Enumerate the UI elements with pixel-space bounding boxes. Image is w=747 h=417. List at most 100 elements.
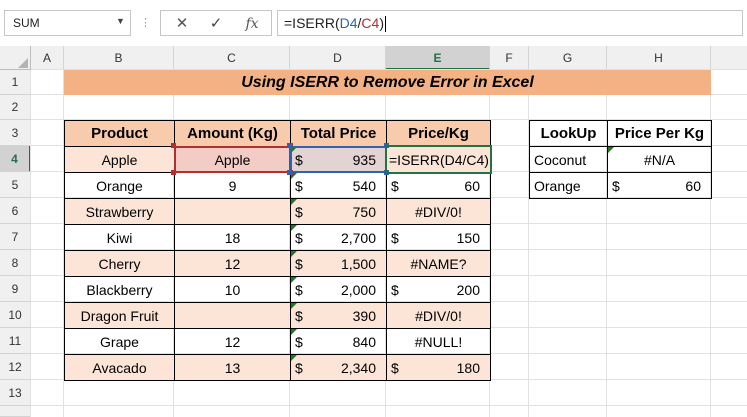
more-options-icon[interactable]: ⋮ [140, 14, 151, 32]
lookup-value[interactable]: #N/A [607, 146, 712, 173]
amount-value: Apple [214, 151, 251, 168]
column-header-f[interactable]: F [490, 46, 529, 70]
table-header-product[interactable]: Product [64, 120, 175, 147]
cell-product[interactable]: Blackberry [64, 276, 175, 303]
row-header-5[interactable]: 5 [0, 172, 31, 198]
header-label: Total Price [300, 125, 377, 142]
cell-amount[interactable]: 10 [174, 276, 291, 303]
cell-price-per-kg[interactable]: $200 [386, 276, 491, 303]
row-header-9[interactable]: 9 [0, 276, 31, 302]
error-indicator-icon [291, 225, 297, 231]
cell-amount[interactable]: 13 [174, 354, 291, 381]
lookup-header[interactable]: LookUp [529, 120, 608, 147]
row-header-3[interactable]: 3 [0, 120, 31, 146]
lookup-value[interactable]: $60 [607, 172, 712, 199]
cell-amount[interactable]: 18 [174, 224, 291, 251]
row-header-10[interactable]: 10 [0, 302, 31, 328]
cell-amount[interactable]: 12 [174, 250, 291, 277]
enter-icon[interactable]: ✓ [201, 13, 231, 35]
total-value: 2,700 [340, 229, 376, 246]
lookup-price-value: #N/A [643, 151, 676, 168]
currency-wrap: $840 [291, 334, 386, 350]
cell-total-price[interactable]: $840 [290, 328, 387, 355]
product-name: Apple [101, 151, 138, 168]
row-header-2[interactable]: 2 [0, 95, 31, 120]
cell-price-per-kg[interactable]: $150 [386, 224, 491, 251]
cell-product[interactable]: Kiwi [64, 224, 175, 251]
name-box[interactable]: SUM [4, 10, 131, 36]
column-header-a[interactable]: A [31, 46, 64, 70]
cell-total-price[interactable]: $935 [290, 146, 387, 173]
row-header-12[interactable]: 12 [0, 354, 31, 380]
column-header-c[interactable]: C [174, 46, 290, 70]
cell-total-price[interactable]: $540 [290, 172, 387, 199]
lookup-header[interactable]: Price Per Kg [607, 120, 712, 147]
cell-product[interactable]: Grape [64, 328, 175, 355]
row-header-1[interactable]: 1 [0, 70, 31, 95]
cell-product[interactable]: Dragon Fruit [64, 302, 175, 329]
cell-price-per-kg[interactable]: #NAME? [386, 250, 491, 277]
cell-amount[interactable] [174, 302, 291, 329]
lookup-item[interactable]: Orange [529, 172, 608, 199]
header-label: Price Per Kg [614, 125, 705, 142]
ref-handle[interactable] [171, 170, 176, 175]
cell-amount[interactable] [174, 198, 291, 225]
cell-amount[interactable]: 12 [174, 328, 291, 355]
currency-symbol: $ [391, 281, 399, 298]
cell-product[interactable]: Strawberry [64, 198, 175, 225]
column-header-h[interactable]: H [607, 46, 711, 70]
cell-total-price[interactable]: $2,700 [290, 224, 387, 251]
chevron-down-icon[interactable]: ▼ [116, 16, 128, 30]
column-header-e[interactable]: E [386, 46, 490, 70]
row-header-7[interactable]: 7 [0, 224, 31, 250]
currency-symbol: $ [295, 307, 303, 324]
column-header-next [711, 46, 747, 70]
ref-handle[interactable] [384, 170, 389, 175]
cell-total-price[interactable]: $1,500 [290, 250, 387, 277]
currency-symbol: $ [295, 203, 303, 220]
cell-price-per-kg[interactable]: #NULL! [386, 328, 491, 355]
table-header-price-kg[interactable]: Price/Kg [386, 120, 491, 147]
ref-handle[interactable] [287, 170, 292, 175]
cell-total-price[interactable]: $2,340 [290, 354, 387, 381]
currency-wrap: $2,340 [291, 360, 386, 376]
row-header-13[interactable]: 13 [0, 380, 31, 406]
row-header-6[interactable]: 6 [0, 198, 31, 224]
total-value: 750 [352, 203, 376, 220]
row-header-11[interactable]: 11 [0, 328, 31, 354]
column-header-b[interactable]: B [64, 46, 174, 70]
error-indicator-icon [291, 355, 297, 361]
cell-product[interactable]: Cherry [64, 250, 175, 277]
ref-handle[interactable] [171, 143, 176, 148]
table-header-total-price[interactable]: Total Price [290, 120, 387, 147]
cancel-icon[interactable]: ✕ [167, 13, 197, 35]
insert-function-icon[interactable]: fx [237, 13, 267, 35]
currency-wrap: $2,700 [291, 230, 386, 246]
cell-price-per-kg[interactable]: #DIV/0! [386, 198, 491, 225]
cell-price-per-kg[interactable]: $60 [386, 172, 491, 199]
cell-amount[interactable]: Apple [174, 146, 291, 173]
cell-price-per-kg[interactable]: =ISERR(D4/C4) [386, 146, 491, 173]
page-title[interactable]: Using ISERR to Remove Error in Excel [64, 70, 711, 95]
cell-product[interactable]: Apple [64, 146, 175, 173]
price-per-kg-value: #NAME? [410, 255, 467, 272]
column-header-d[interactable]: D [290, 46, 386, 70]
cell-total-price[interactable]: $390 [290, 302, 387, 329]
row-header-4[interactable]: 4 [0, 146, 31, 172]
formula-input[interactable]: =ISERR(D4/C4) [277, 10, 743, 36]
lookup-item[interactable]: Coconut [529, 146, 608, 173]
price-per-kg-value: 60 [464, 177, 480, 194]
cell-total-price[interactable]: $2,000 [290, 276, 387, 303]
row-header-8[interactable]: 8 [0, 250, 31, 276]
column-header-g[interactable]: G [529, 46, 607, 70]
cell-product[interactable]: Orange [64, 172, 175, 199]
cell-price-per-kg[interactable]: $180 [386, 354, 491, 381]
table-header-amount-kg[interactable]: Amount (Kg) [174, 120, 291, 147]
ref-handle[interactable] [287, 143, 292, 148]
cell-amount[interactable]: 9 [174, 172, 291, 199]
header-label: Amount (Kg) [187, 125, 278, 142]
cell-product[interactable]: Avacado [64, 354, 175, 381]
cell-price-per-kg[interactable]: #DIV/0! [386, 302, 491, 329]
cell-total-price[interactable]: $750 [290, 198, 387, 225]
ref-handle[interactable] [384, 143, 389, 148]
